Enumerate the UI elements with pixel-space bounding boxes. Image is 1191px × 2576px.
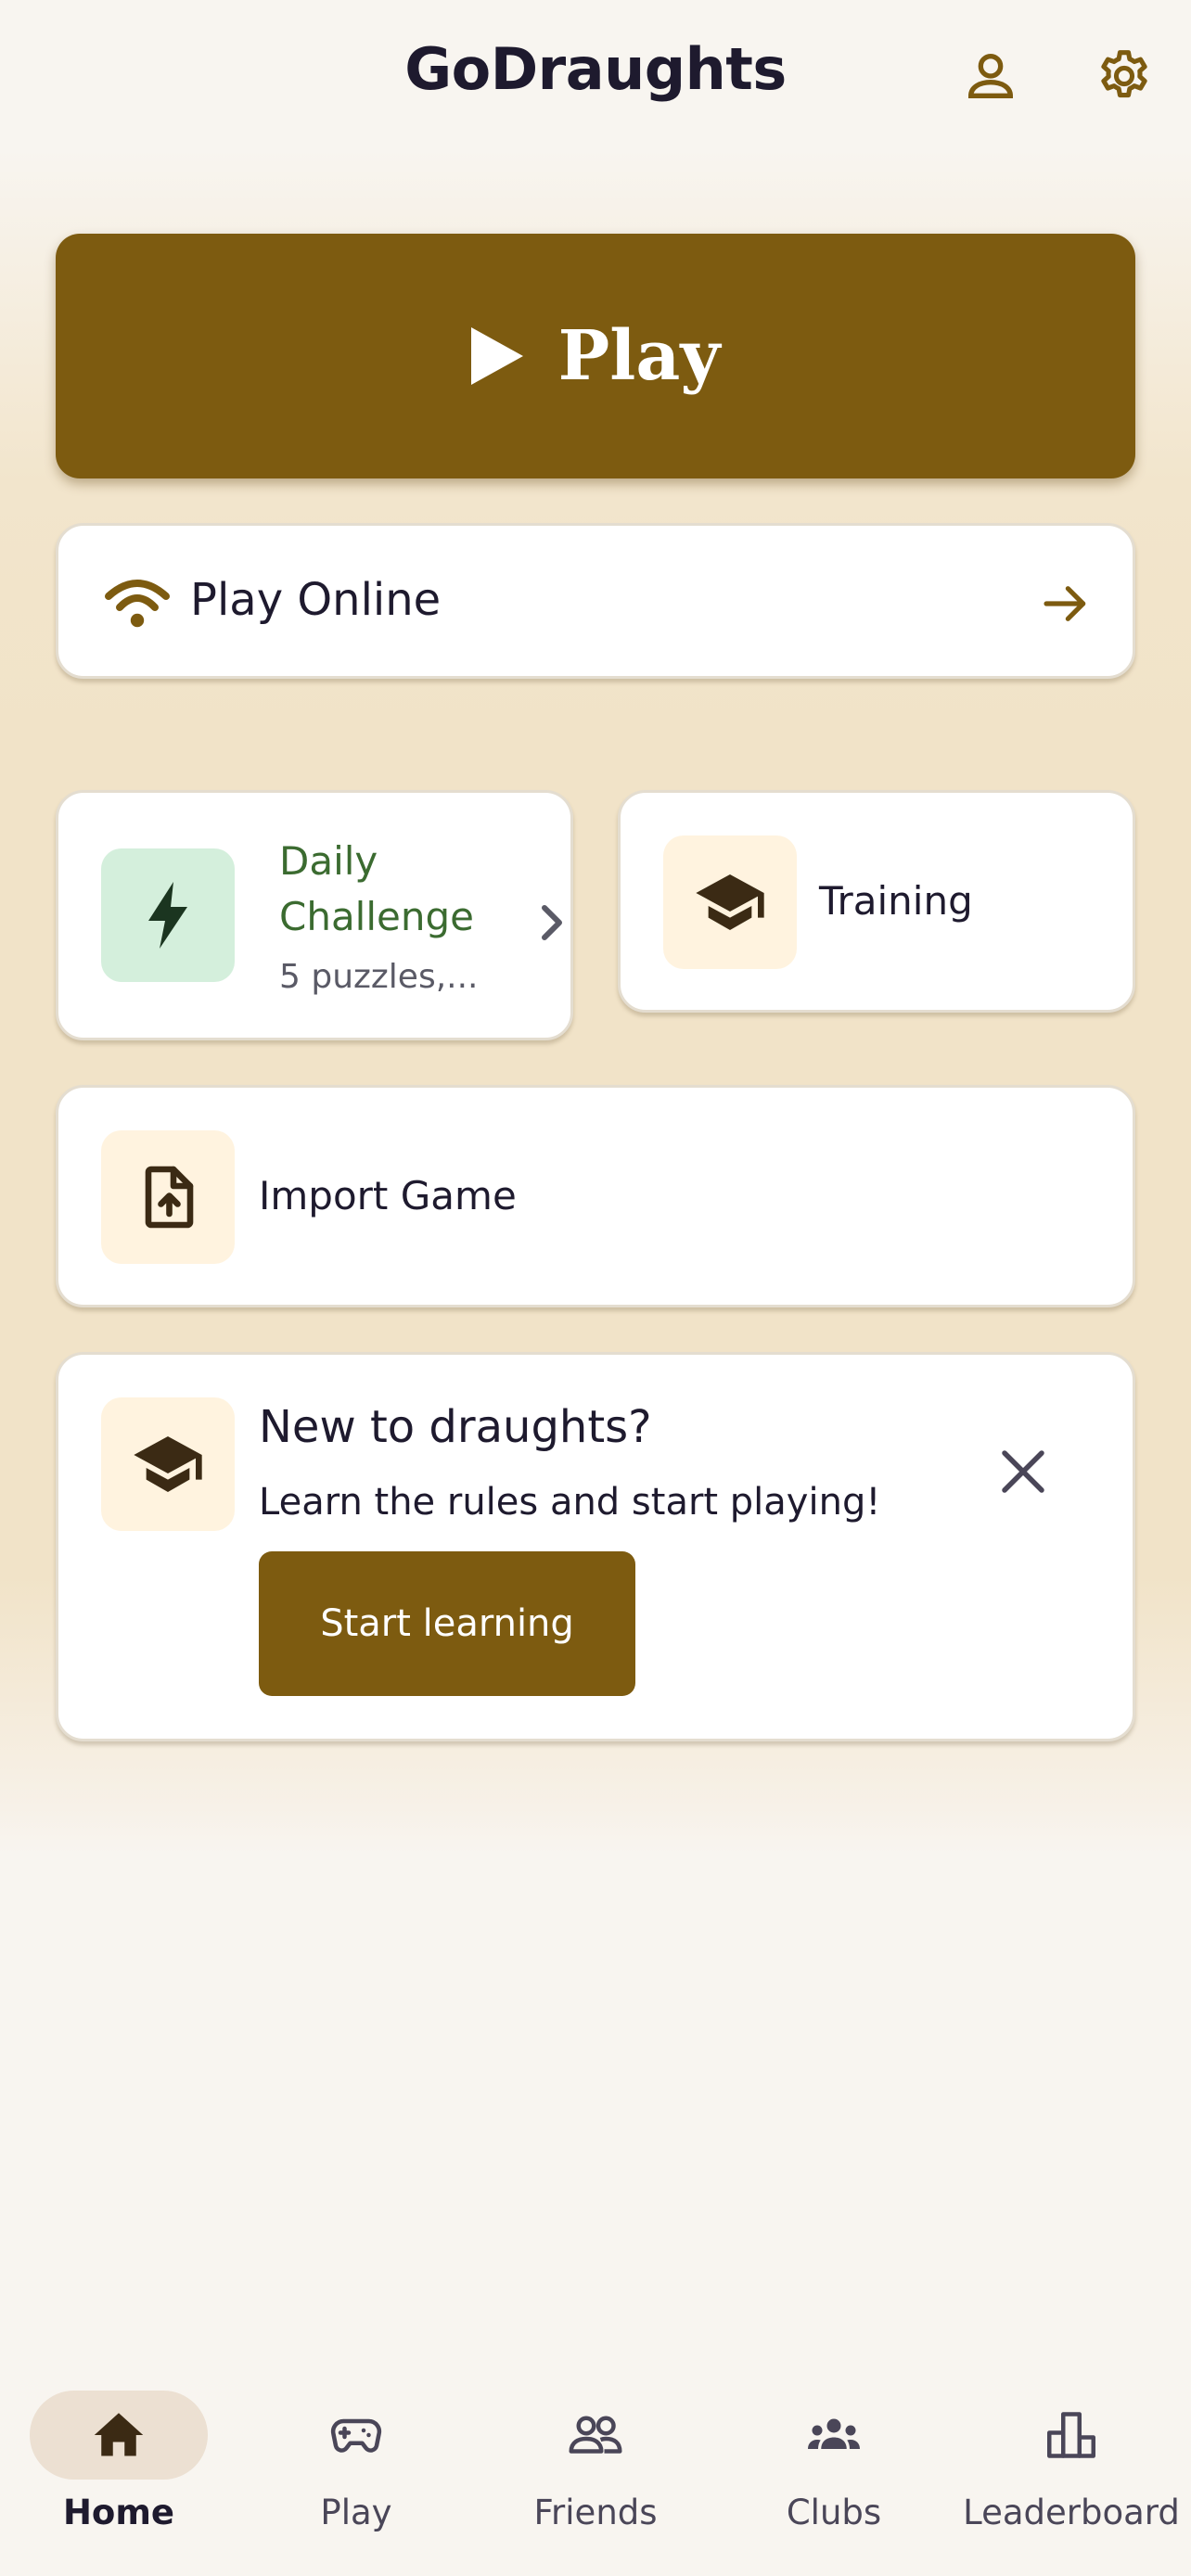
import-game-icon-tile <box>101 1130 235 1264</box>
play-button-label: Play <box>557 316 721 396</box>
training-card[interactable]: Training <box>618 790 1135 1013</box>
top-app-bar: GoDraughts <box>0 0 1191 158</box>
play-icon <box>470 327 523 385</box>
daily-challenge-subtitle: 5 puzzles,... <box>279 958 479 996</box>
nav-label-play: Play <box>320 2493 392 2532</box>
training-label: Training <box>819 878 973 924</box>
play-online-label: Play Online <box>190 574 442 626</box>
nav-leaderboard-pill <box>982 2391 1160 2480</box>
play-button[interactable]: Play <box>56 234 1135 478</box>
nav-play-pill <box>267 2391 445 2480</box>
new-player-description: Learn the rules and start playing! <box>259 1481 881 1524</box>
daily-challenge-title: Daily Challenge <box>279 838 474 939</box>
new-player-icon-tile <box>101 1397 235 1531</box>
graduation-cap-icon <box>134 1436 202 1492</box>
nav-item-clubs[interactable]: Clubs <box>715 2391 953 2532</box>
home-icon <box>94 2413 144 2456</box>
settings-button[interactable] <box>1095 46 1154 106</box>
import-game-card[interactable]: Import Game <box>56 1085 1135 1307</box>
nav-label-home: Home <box>62 2493 175 2532</box>
lightning-icon <box>148 882 187 949</box>
nav-clubs-pill <box>745 2391 923 2480</box>
nav-label-leaderboard: Leaderboard <box>963 2493 1180 2532</box>
leaderboard-icon <box>1047 2412 1095 2458</box>
nav-item-friends[interactable]: Friends <box>477 2391 714 2532</box>
file-upload-icon <box>145 1166 194 1229</box>
play-online-card[interactable]: Play Online <box>56 523 1135 679</box>
gamepad-icon <box>330 2418 382 2453</box>
friends-icon <box>569 2416 622 2454</box>
gear-icon <box>1101 50 1147 98</box>
new-player-card: New to draughts? Learn the rules and sta… <box>56 1352 1135 1741</box>
nav-friends-pill <box>506 2391 685 2480</box>
nav-label-friends: Friends <box>533 2493 658 2532</box>
new-player-title: New to draughts? <box>259 1401 652 1453</box>
nav-item-home[interactable]: Home <box>0 2391 237 2532</box>
nav-item-leaderboard[interactable]: Leaderboard <box>953 2391 1190 2532</box>
daily-challenge-card[interactable]: Daily Challenge 5 puzzles,... <box>56 790 573 1040</box>
chevron-right-icon <box>542 905 562 940</box>
person-icon <box>967 54 1014 98</box>
graduation-cap-icon <box>696 874 764 930</box>
nav-label-clubs: Clubs <box>786 2493 882 2532</box>
close-icon[interactable] <box>995 1444 1051 1499</box>
nav-item-play[interactable]: Play <box>237 2391 475 2532</box>
profile-button[interactable] <box>961 46 1020 106</box>
bottom-navigation: Home Play Friends Clubs Leaderboard <box>0 2374 1191 2576</box>
group-icon <box>808 2418 860 2449</box>
arrow-right-icon <box>1044 586 1086 621</box>
start-learning-button[interactable]: Start learning <box>259 1551 635 1696</box>
daily-challenge-icon-tile <box>101 848 235 982</box>
import-game-label: Import Game <box>259 1173 517 1218</box>
nav-home-pill <box>30 2391 208 2480</box>
training-icon-tile <box>663 835 797 969</box>
wifi-icon <box>105 580 170 628</box>
